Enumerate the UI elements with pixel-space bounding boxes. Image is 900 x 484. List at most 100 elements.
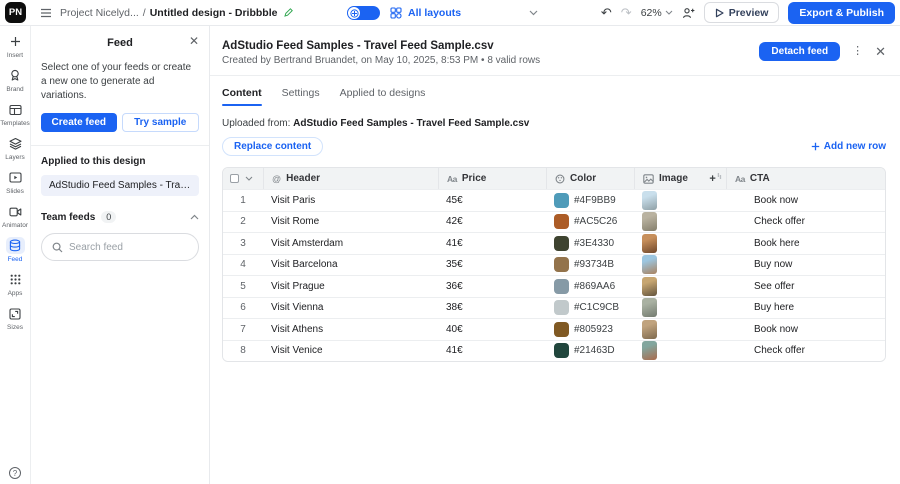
plus-icon [6,33,25,50]
row-cta-cell[interactable]: Check offer [746,345,885,356]
try-sample-button[interactable]: Try sample [122,113,200,132]
close-icon[interactable]: ✕ [875,45,886,58]
row-image-cell[interactable] [634,234,726,253]
search-feed-input[interactable] [69,242,188,253]
tab-applied-to-designs[interactable]: Applied to designs [340,87,426,106]
row-cta-cell[interactable]: See offer [746,281,885,292]
add-new-row-button[interactable]: Add new row [811,141,886,152]
row-price-cell[interactable]: 38€ [438,302,546,313]
help-icon[interactable]: ? [9,467,21,479]
row-header-cell[interactable]: Visit Amsterdam [263,238,438,249]
row-header-cell[interactable]: Visit Vienna [263,302,438,313]
table-row[interactable]: 7 Visit Athens 40€ #805923 Book now [223,318,885,340]
row-image-cell[interactable] [634,298,726,317]
templates-icon [6,101,25,118]
row-image-cell[interactable] [634,212,726,231]
row-price-cell[interactable]: 40€ [438,324,546,335]
add-column-button[interactable]: +⠳ [709,173,722,185]
hamburger-menu-icon[interactable] [40,8,52,18]
search-feed-field[interactable] [41,233,199,261]
more-options-icon[interactable]: ⋮ [852,46,863,57]
preview-button[interactable]: Preview [704,2,780,23]
table-row[interactable]: 8 Visit Venice 41€ #21463D Check offer [223,340,885,362]
row-image-cell[interactable] [634,320,726,339]
row-color-cell[interactable]: #869AA6 [546,279,634,294]
sidebar-item-animator[interactable]: Animator [0,203,30,229]
row-image-cell[interactable] [634,255,726,274]
sidebar-item-layers[interactable]: Layers [0,135,30,161]
sidebar-item-apps[interactable]: Apps [0,271,30,297]
row-number: 5 [223,281,263,292]
row-price-cell[interactable]: 41€ [438,345,546,356]
row-number: 1 [223,195,263,206]
row-header-cell[interactable]: Visit Venice [263,345,438,356]
sidebar-item-feed[interactable]: Feed [0,237,30,263]
select-all-checkbox[interactable] [230,174,239,183]
row-image-cell[interactable] [634,191,726,210]
row-cta-cell[interactable]: Buy here [746,302,885,313]
replace-content-button[interactable]: Replace content [222,137,323,156]
row-header-cell[interactable]: Visit Paris [263,195,438,206]
create-feed-button[interactable]: Create feed [41,113,117,132]
table-row[interactable]: 5 Visit Prague 36€ #869AA6 See offer [223,275,885,297]
row-image-cell[interactable] [634,341,726,360]
close-icon[interactable]: ✕ [189,35,199,47]
column-image[interactable]: Image [659,173,688,184]
table-row[interactable]: 3 Visit Amsterdam 41€ #3E4330 Book here [223,232,885,254]
sidebar-item-sizes[interactable]: Sizes [0,305,30,331]
row-cta-cell[interactable]: Book now [746,195,885,206]
all-layouts-dropdown[interactable]: All layouts [390,7,538,19]
table-row[interactable]: 1 Visit Paris 45€ #4F9BB9 Book now [223,189,885,211]
undo-icon[interactable]: ↶ [601,6,612,19]
app-logo[interactable]: PN [5,2,26,23]
tab-settings[interactable]: Settings [282,87,320,106]
sidebar-item-label: Layers [5,154,25,161]
row-cta-cell[interactable]: Check offer [746,216,885,227]
row-color-cell[interactable]: #93734B [546,257,634,272]
redo-icon[interactable]: ↷ [621,6,632,19]
table-row[interactable]: 6 Visit Vienna 38€ #C1C9CB Buy here [223,297,885,319]
detach-feed-button[interactable]: Detach feed [759,42,840,61]
chevron-down-icon[interactable] [245,176,253,181]
breadcrumb-project[interactable]: Project Nicelyd... [60,7,139,19]
chevron-up-icon[interactable] [190,214,199,220]
sidebar-item-templates[interactable]: Templates [0,101,30,127]
row-cta-cell[interactable]: Book here [746,238,885,249]
row-color-cell[interactable]: #3E4330 [546,236,634,251]
column-price[interactable]: Price [462,173,486,184]
row-header-cell[interactable]: Visit Barcelona [263,259,438,270]
column-header[interactable]: Header [286,173,320,184]
breadcrumb-design-name[interactable]: Untitled design - Dribbble [150,7,278,19]
table-row[interactable]: 2 Visit Rome 42€ #AC5C26 Check offer [223,211,885,233]
export-publish-button[interactable]: Export & Publish [788,2,895,24]
sidebar-item-slides[interactable]: Slides [0,169,30,195]
row-color-cell[interactable]: #C1C9CB [546,300,634,315]
invite-user-icon[interactable] [682,7,695,19]
row-header-cell[interactable]: Visit Athens [263,324,438,335]
layout-view-toggle[interactable] [347,6,380,20]
zoom-level-dropdown[interactable]: 62% [641,7,673,19]
sidebar-item-brand[interactable]: Brand [0,67,30,93]
search-icon [52,242,63,253]
row-cta-cell[interactable]: Book now [746,324,885,335]
row-price-cell[interactable]: 41€ [438,238,546,249]
row-color-cell[interactable]: #805923 [546,322,634,337]
row-color-cell[interactable]: #AC5C26 [546,214,634,229]
row-price-cell[interactable]: 45€ [438,195,546,206]
row-image-cell[interactable] [634,277,726,296]
sidebar-item-insert[interactable]: Insert [0,33,30,59]
rename-edit-icon[interactable] [283,7,294,18]
row-color-cell[interactable]: #4F9BB9 [546,193,634,208]
row-cta-cell[interactable]: Buy now [746,259,885,270]
row-color-cell[interactable]: #21463D [546,343,634,358]
row-header-cell[interactable]: Visit Prague [263,281,438,292]
tab-content[interactable]: Content [222,87,262,106]
row-price-cell[interactable]: 36€ [438,281,546,292]
column-cta[interactable]: CTA [750,173,770,184]
row-price-cell[interactable]: 42€ [438,216,546,227]
column-color[interactable]: Color [570,173,596,184]
row-price-cell[interactable]: 35€ [438,259,546,270]
row-header-cell[interactable]: Visit Rome [263,216,438,227]
table-row[interactable]: 4 Visit Barcelona 35€ #93734B Buy now [223,254,885,276]
applied-feed-item[interactable]: AdStudio Feed Samples - Travel F... [41,175,199,196]
